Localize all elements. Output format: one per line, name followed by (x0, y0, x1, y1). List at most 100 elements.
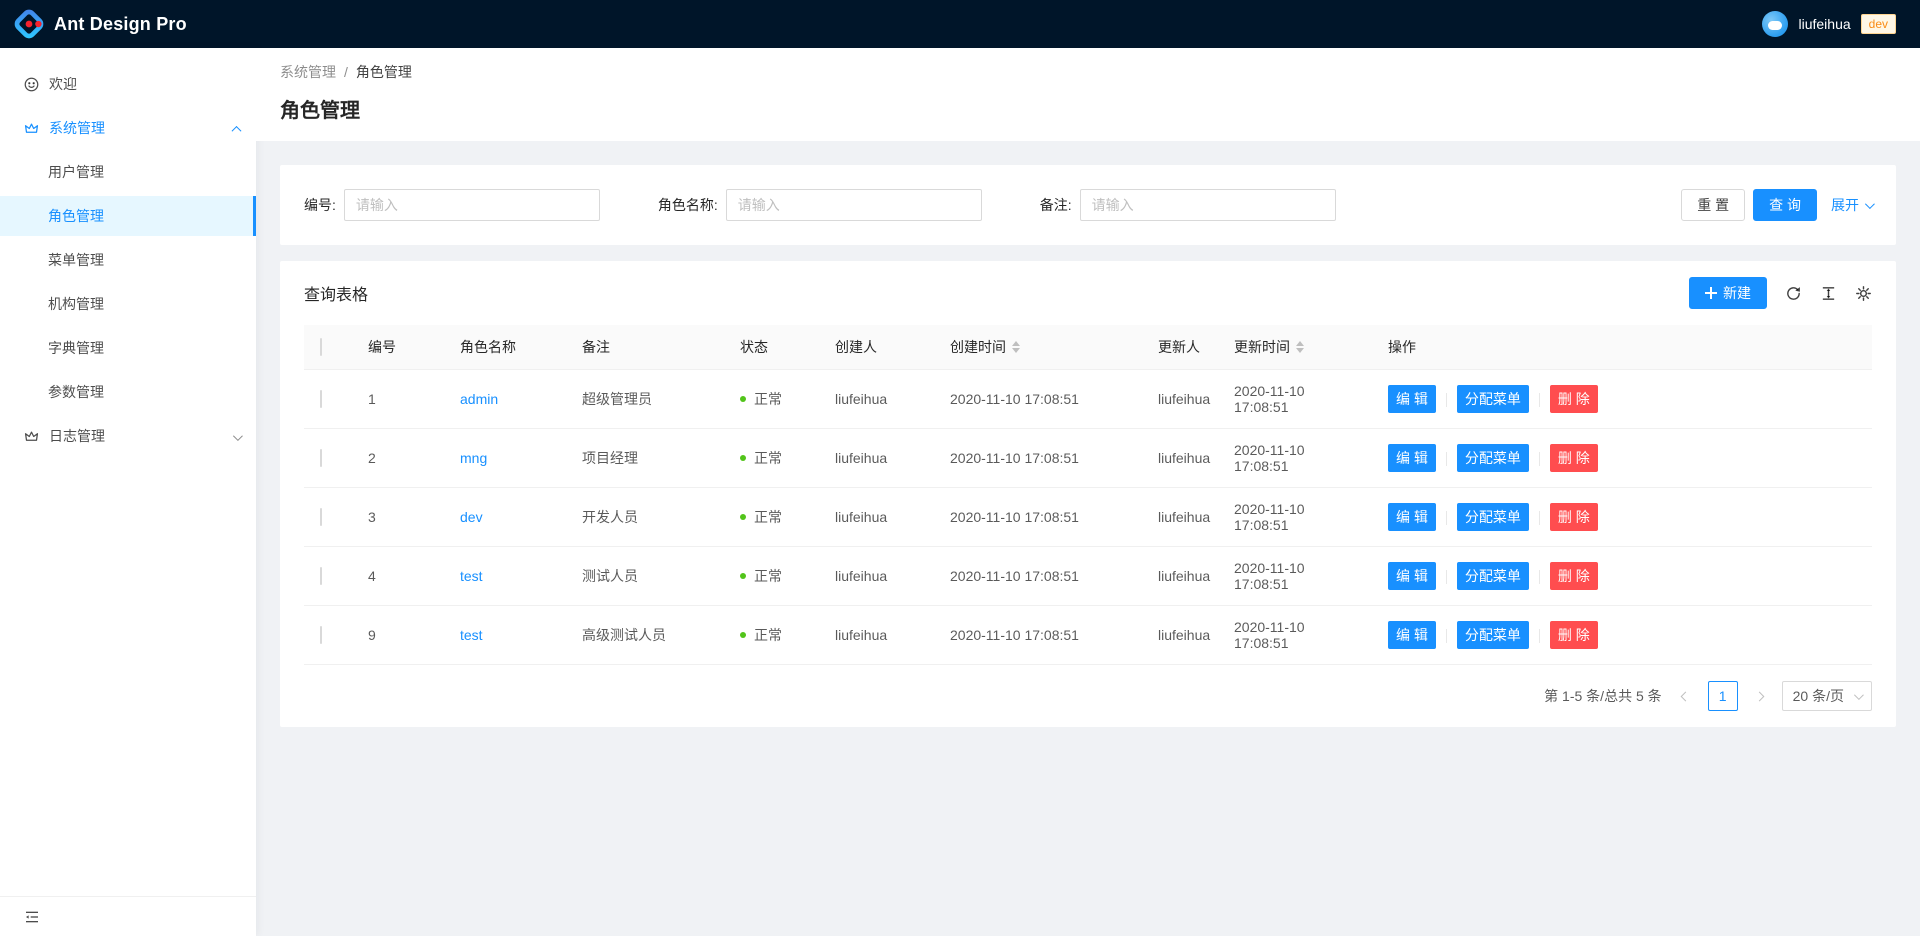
sort-create-time[interactable]: 创建时间 (950, 337, 1126, 357)
breadcrumb: 系统管理 / 角色管理 (280, 62, 1896, 82)
row-checkbox[interactable] (320, 390, 322, 408)
role-name-link[interactable]: test (460, 568, 483, 584)
edit-button[interactable]: 编 辑 (1388, 562, 1436, 590)
prev-page-button[interactable] (1672, 682, 1700, 710)
status-dot (740, 455, 746, 461)
reload-icon[interactable] (1785, 285, 1802, 302)
sidebar-item-label: 欢迎 (49, 74, 240, 94)
cell-updater: liufeihua (1142, 606, 1218, 665)
status-badge: 正常 (740, 448, 803, 468)
table-wrap: 编号 角色名称 备注 状态 创建人 创建时间 (280, 325, 1896, 665)
breadcrumb-parent[interactable]: 系统管理 (280, 62, 336, 82)
expand-link[interactable]: 展开 (1831, 195, 1872, 215)
edit-button[interactable]: 编 辑 (1388, 385, 1436, 413)
sort-update-time[interactable]: 更新时间 (1234, 337, 1356, 357)
settings-gear-icon[interactable] (1855, 285, 1872, 302)
cell-updater: liufeihua (1142, 429, 1218, 488)
search-card: 编号: 角色名称: 备注: 重 置 查 询 (280, 165, 1896, 245)
sidebar-collapse-trigger[interactable] (0, 896, 256, 936)
chevron-up-icon (233, 120, 240, 136)
role-name-input[interactable] (726, 189, 982, 221)
app-logo-area[interactable]: Ant Design Pro (14, 9, 187, 39)
new-button-label: 新建 (1723, 283, 1751, 303)
divider (1539, 570, 1540, 584)
crown-icon (24, 121, 39, 136)
status-badge: 正常 (740, 625, 803, 645)
assign-menu-button[interactable]: 分配菜单 (1457, 385, 1529, 413)
assign-menu-button[interactable]: 分配菜单 (1457, 503, 1529, 531)
assign-menu-button[interactable]: 分配菜单 (1457, 562, 1529, 590)
page-header: 系统管理 / 角色管理 角色管理 (256, 48, 1920, 141)
query-button[interactable]: 查 询 (1753, 189, 1817, 221)
sidebar-item-users[interactable]: 用户管理 (0, 152, 256, 192)
env-tag: dev (1861, 14, 1896, 34)
role-name-link[interactable]: test (460, 627, 483, 643)
table-row: 2 mng 项目经理 正常 liufeihua 2020-11-10 17:08… (304, 429, 1872, 488)
role-name-link[interactable]: mng (460, 450, 487, 466)
divider (1539, 629, 1540, 643)
reset-button[interactable]: 重 置 (1681, 189, 1745, 221)
cell-remark: 高级测试人员 (566, 606, 724, 665)
delete-button[interactable]: 删 除 (1550, 621, 1598, 649)
sidebar-item-params[interactable]: 参数管理 (0, 372, 256, 412)
delete-button[interactable]: 删 除 (1550, 562, 1598, 590)
sidebar-item-dicts[interactable]: 字典管理 (0, 328, 256, 368)
table-row: 9 test 高级测试人员 正常 liufeihua 2020-11-10 17… (304, 606, 1872, 665)
user-name: liufeihua (1798, 16, 1850, 32)
assign-menu-button[interactable]: 分配菜单 (1457, 444, 1529, 472)
sidebar-item-label: 用户管理 (48, 162, 104, 182)
role-name-link[interactable]: dev (460, 509, 483, 525)
cell-create-time: 2020-11-10 17:08:51 (934, 370, 1142, 429)
delete-button[interactable]: 删 除 (1550, 385, 1598, 413)
row-checkbox[interactable] (320, 567, 322, 585)
col-update-time: 更新时间 (1218, 325, 1372, 370)
form-item-id: 编号: (304, 189, 600, 221)
edit-button[interactable]: 编 辑 (1388, 503, 1436, 531)
cell-create-time: 2020-11-10 17:08:51 (934, 488, 1142, 547)
table-toolbar: 查询表格 新建 (280, 261, 1896, 325)
cell-updater: liufeihua (1142, 488, 1218, 547)
sidebar-item-system[interactable]: 系统管理 (0, 108, 256, 148)
cell-update-time: 2020-11-10 17:08:51 (1218, 606, 1372, 665)
role-name-link[interactable]: admin (460, 391, 498, 407)
density-icon[interactable] (1820, 285, 1837, 302)
sidebar-item-roles[interactable]: 角色管理 (0, 196, 256, 236)
sidebar-item-menus[interactable]: 菜单管理 (0, 240, 256, 280)
delete-button[interactable]: 删 除 (1550, 444, 1598, 472)
sidebar-item-logs[interactable]: 日志管理 (0, 416, 256, 456)
divider (1446, 570, 1447, 584)
cell-update-time: 2020-11-10 17:08:51 (1218, 429, 1372, 488)
chevron-down-icon (1865, 199, 1875, 209)
pagination: 第 1-5 条/总共 5 条 1 20 条/页 (280, 665, 1896, 711)
sidebar-item-orgs[interactable]: 机构管理 (0, 284, 256, 324)
row-checkbox[interactable] (320, 449, 322, 467)
edit-button[interactable]: 编 辑 (1388, 444, 1436, 472)
content-body: 编号: 角色名称: 备注: 重 置 查 询 (256, 141, 1920, 751)
cell-id: 1 (352, 370, 444, 429)
user-avatar[interactable] (1762, 11, 1788, 37)
row-checkbox[interactable] (320, 626, 322, 644)
sidebar-item-label: 日志管理 (49, 426, 233, 446)
plus-icon (1705, 287, 1717, 299)
page-1-button[interactable]: 1 (1708, 681, 1738, 711)
select-all-checkbox[interactable] (320, 338, 322, 356)
page-size-select[interactable]: 20 条/页 (1782, 681, 1872, 711)
cell-update-time: 2020-11-10 17:08:51 (1218, 488, 1372, 547)
header-user-area[interactable]: liufeihua dev (1762, 11, 1904, 37)
cell-create-time: 2020-11-10 17:08:51 (934, 429, 1142, 488)
cell-creator: liufeihua (819, 429, 934, 488)
divider (1539, 393, 1540, 407)
remark-input[interactable] (1080, 189, 1336, 221)
sidebar-item-welcome[interactable]: 欢迎 (0, 64, 256, 104)
table-row: 3 dev 开发人员 正常 liufeihua 2020-11-10 17:08… (304, 488, 1872, 547)
sidebar-item-label: 参数管理 (48, 382, 104, 402)
assign-menu-button[interactable]: 分配菜单 (1457, 621, 1529, 649)
cell-creator: liufeihua (819, 488, 934, 547)
cell-creator: liufeihua (819, 606, 934, 665)
id-input[interactable] (344, 189, 600, 221)
delete-button[interactable]: 删 除 (1550, 503, 1598, 531)
row-checkbox[interactable] (320, 508, 322, 526)
new-button[interactable]: 新建 (1689, 277, 1767, 309)
next-page-button[interactable] (1746, 682, 1774, 710)
edit-button[interactable]: 编 辑 (1388, 621, 1436, 649)
